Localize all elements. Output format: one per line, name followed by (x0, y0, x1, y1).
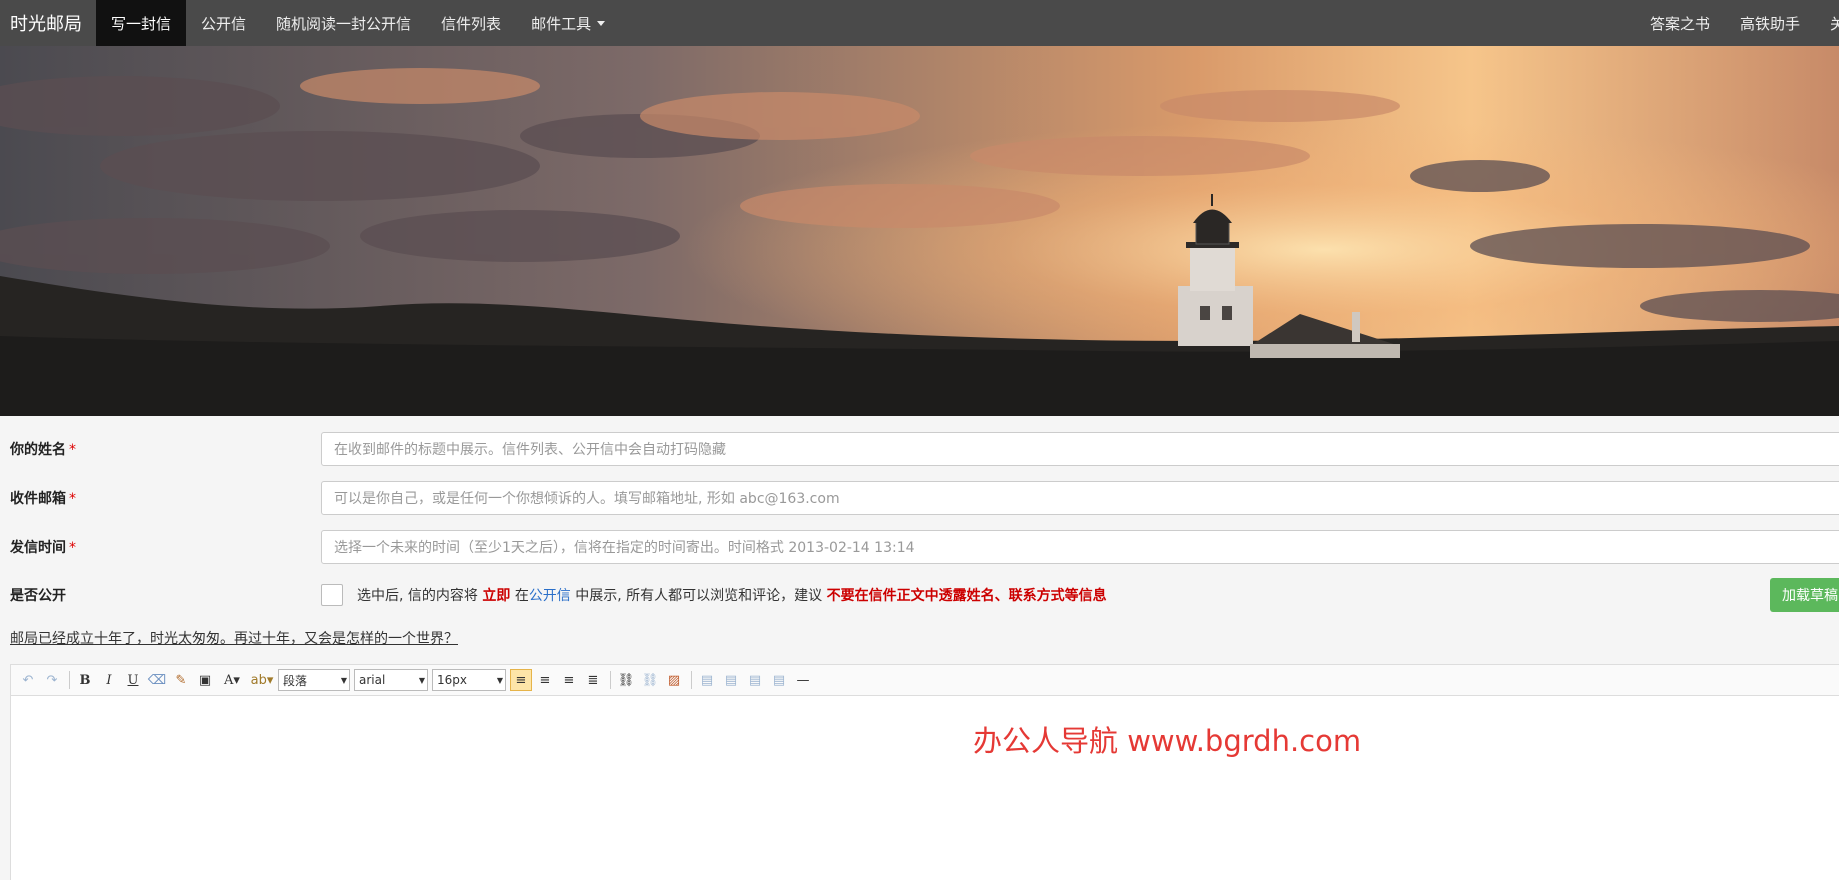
public-text-1: 选中后, 信的内容将 (357, 588, 478, 604)
public-text-3: 在 (514, 588, 529, 604)
undo-icon[interactable]: ↶ (17, 669, 39, 691)
name-label-text: 你的姓名 (10, 442, 66, 458)
font-color-icon[interactable]: A▾ (218, 669, 246, 691)
required-marker: * (69, 540, 76, 556)
public-label: 是否公开 (10, 588, 66, 604)
nav-right-group: 答案之书 高铁助手 关 (1635, 0, 1839, 46)
nav-mail-tools-label: 邮件工具 (531, 14, 592, 33)
required-marker: * (69, 442, 76, 458)
watermark-text: 办公人导航 www.bgrdh.com (973, 724, 1362, 758)
email-label-text: 收件邮箱 (10, 491, 66, 507)
align-left-icon[interactable]: ≡ (510, 669, 532, 691)
image-icon[interactable]: ▨ (663, 669, 685, 691)
brand-logo[interactable]: 时光邮局 (0, 0, 96, 46)
nav-letter-list[interactable]: 信件列表 (426, 0, 516, 46)
italic-icon[interactable]: I (98, 669, 120, 691)
name-input-placeholder: 在收到邮件的标题中展示。信件列表、公开信中会自动打码隐藏 (334, 442, 726, 458)
nav-mail-tools[interactable]: 邮件工具 (516, 0, 620, 46)
lighthouse-sunset-illustration (0, 46, 1839, 416)
horizontal-rule-icon[interactable]: — (792, 669, 814, 691)
name-input[interactable]: 在收到邮件的标题中展示。信件列表、公开信中会自动打码隐藏 (321, 432, 1839, 466)
toolbar-separator (69, 671, 70, 689)
form-row-email: 收件邮箱 * 可以是你自己，或是任何一个你想倾诉的人。填写邮箱地址, 形如 abc… (0, 481, 1839, 515)
letter-content-editor[interactable] (10, 696, 1839, 880)
nav-answer-book[interactable]: 答案之书 (1635, 0, 1725, 46)
form-row-send-time: 发信时间 * 选择一个未来的时间（至少1天之后），信将在指定的时间寄出。时间格式 … (0, 530, 1839, 564)
font-family-select-value: arial (359, 673, 386, 687)
editor-toolbar: ↶ ↷ B I U ⌫ ✎ ▣ A▾ ab▾ 段落 ▼ arial ▼ 16px… (10, 664, 1839, 696)
toolbar-separator (610, 671, 611, 689)
paragraph-select-value: 段落 (283, 673, 308, 688)
email-input-placeholder: 可以是你自己，或是任何一个你想倾诉的人。填写邮箱地址, 形如 abc@163.c… (334, 491, 840, 507)
send-time-input-placeholder: 选择一个未来的时间（至少1天之后），信将在指定的时间寄出。时间格式 2013-0… (334, 540, 915, 556)
nav-train-helper[interactable]: 高铁助手 (1725, 0, 1815, 46)
form-row-name: 你的姓名 * 在收到邮件的标题中展示。信件列表、公开信中会自动打码隐藏 (0, 432, 1839, 466)
font-family-select[interactable]: arial ▼ (354, 669, 428, 691)
image-inline-icon[interactable]: ▤ (744, 669, 766, 691)
eraser-icon[interactable]: ⌫ (146, 669, 168, 691)
redo-icon[interactable]: ↷ (41, 669, 63, 691)
send-time-label: 发信时间 * (10, 537, 76, 557)
font-size-select-value: 16px (437, 673, 467, 687)
load-draft-button[interactable]: 加载草稿 (1770, 578, 1839, 612)
align-justify-icon[interactable]: ≣ (582, 669, 604, 691)
align-center-icon[interactable]: ≡ (534, 669, 556, 691)
image-center-icon[interactable]: ▤ (768, 669, 790, 691)
public-letters-link[interactable]: 公开信 (529, 588, 571, 604)
link-icon[interactable]: ⛓ (615, 669, 637, 691)
paste-text-icon[interactable]: ▣ (194, 669, 216, 691)
public-description: 选中后, 信的内容将 立即 在公开信 中展示, 所有人都可以浏览和评论，建议 不… (357, 585, 1107, 605)
public-text-immediately: 立即 (482, 588, 511, 604)
slogan-link[interactable]: 邮局已经成立十年了，时光太匆匆。再过十年，又会是怎样的一个世界？ (10, 628, 458, 648)
hero-banner-image (0, 46, 1839, 416)
nav-write-letter[interactable]: 写一封信 (96, 0, 187, 46)
image-float-left-icon[interactable]: ▤ (696, 669, 718, 691)
image-float-right-icon[interactable]: ▤ (720, 669, 742, 691)
top-navbar: 时光邮局 写一封信 公开信 随机阅读一封公开信 信件列表 邮件工具 答案之书 高… (0, 0, 1839, 46)
align-right-icon[interactable]: ≡ (558, 669, 580, 691)
bold-icon[interactable]: B (74, 669, 96, 691)
email-input[interactable]: 可以是你自己，或是任何一个你想倾诉的人。填写邮箱地址, 形如 abc@163.c… (321, 481, 1839, 515)
nav-random-read[interactable]: 随机阅读一封公开信 (261, 0, 426, 46)
send-time-input[interactable]: 选择一个未来的时间（至少1天之后），信将在指定的时间寄出。时间格式 2013-0… (321, 530, 1839, 564)
email-label: 收件邮箱 * (10, 488, 76, 508)
underline-icon[interactable]: U (122, 669, 144, 691)
public-text-5: 中展示, 所有人都可以浏览和评论，建议 (575, 588, 823, 604)
form-row-public: 是否公开 选中后, 信的内容将 立即 在公开信 中展示, 所有人都可以浏览和评论… (0, 578, 1839, 612)
chevron-down-icon (597, 20, 606, 26)
send-time-label-text: 发信时间 (10, 540, 66, 556)
chevron-down-icon: ▼ (418, 675, 426, 685)
public-checkbox[interactable] (321, 584, 343, 606)
format-brush-icon[interactable]: ✎ (170, 669, 192, 691)
nav-about[interactable]: 关 (1815, 0, 1839, 46)
unlink-icon[interactable]: ⛓ (639, 669, 661, 691)
chevron-down-icon: ▼ (340, 675, 348, 685)
paragraph-select[interactable]: 段落 ▼ (278, 669, 350, 691)
public-text-warning: 不要在信件正文中透露姓名、联系方式等信息 (826, 588, 1107, 604)
chevron-down-icon: ▼ (496, 675, 504, 685)
toolbar-separator (691, 671, 692, 689)
required-marker: * (69, 491, 76, 507)
name-label: 你的姓名 * (10, 439, 76, 459)
nav-public-letters[interactable]: 公开信 (186, 0, 261, 46)
font-size-select[interactable]: 16px ▼ (432, 669, 506, 691)
highlight-color-icon[interactable]: ab▾ (248, 669, 276, 691)
